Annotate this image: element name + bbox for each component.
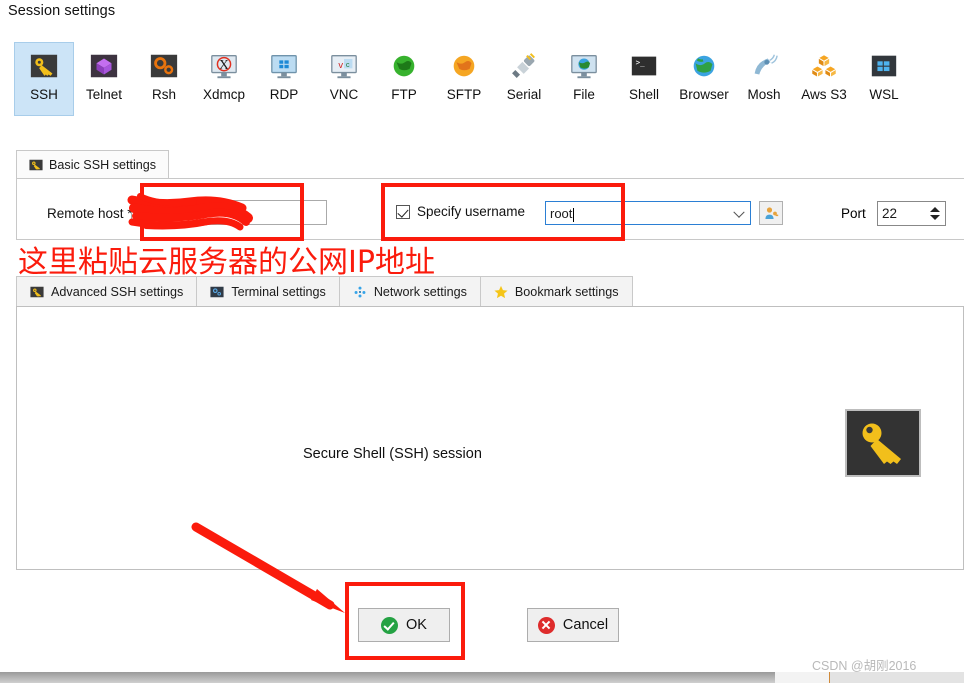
star-icon — [494, 285, 508, 298]
session-type-telnet[interactable]: Telnet — [74, 42, 134, 116]
key-glyph-icon — [862, 423, 901, 464]
user-picker-button[interactable] — [759, 201, 783, 225]
scrollbar-thumb[interactable] — [0, 672, 775, 683]
session-type-label: Browser — [679, 87, 729, 102]
session-type-label: FTP — [391, 87, 417, 102]
ssh-key-icon — [30, 54, 58, 78]
username-combobox[interactable]: root — [545, 201, 751, 225]
tab-label: Basic SSH settings — [49, 157, 157, 172]
tab-label: Advanced SSH settings — [51, 284, 184, 299]
panel-caption: Secure Shell (SSH) session — [303, 446, 482, 462]
session-type-label: Mosh — [747, 87, 781, 102]
port-label: Port — [841, 206, 866, 221]
ok-label: OK — [406, 617, 427, 633]
session-type-aws-s3[interactable]: Aws S3 — [794, 42, 854, 116]
tab-advanced-ssh-settings[interactable]: Advanced SSH settings — [16, 276, 198, 306]
red-x-icon — [537, 616, 555, 634]
ok-button[interactable]: OK — [358, 608, 450, 642]
ssh-key-large-icon — [845, 409, 921, 477]
session-type-vnc[interactable]: v c VNC — [314, 42, 374, 116]
session-type-label: Rsh — [151, 87, 176, 102]
xdmcp-monitor-icon: X — [211, 55, 237, 79]
user-key-icon — [765, 207, 779, 219]
session-type-label: Aws S3 — [801, 87, 847, 102]
text-caret — [573, 208, 575, 222]
ftp-green-globe-icon — [393, 55, 415, 77]
session-type-label: Xdmcp — [202, 87, 246, 102]
tab-label: Terminal settings — [231, 284, 326, 299]
sftp-orange-globe-icon — [453, 55, 475, 77]
session-preview-panel: Secure Shell (SSH) session — [16, 306, 964, 570]
annotation-note-chinese: 这里粘贴云服务器的公网IP地址 — [18, 245, 435, 280]
session-type-label: Serial — [506, 87, 542, 102]
advanced-tabstrip: Advanced SSH settings Terminal settings … — [16, 276, 633, 306]
session-type-browser[interactable]: Browser — [674, 42, 734, 116]
mosh-satellite-icon — [754, 54, 778, 75]
rdp-windows-monitor-icon — [271, 55, 297, 79]
session-type-mosh[interactable]: Mosh — [734, 42, 794, 116]
session-type-shell[interactable]: >_ Shell — [614, 42, 674, 116]
specify-username-label: Specify username — [417, 204, 526, 219]
session-type-serial[interactable]: Serial — [494, 42, 554, 116]
green-check-icon — [381, 616, 399, 634]
session-type-label: SSH — [30, 87, 58, 102]
tab-label: Bookmark settings — [514, 284, 619, 299]
wsl-windows-icon — [871, 55, 897, 77]
remote-host-input[interactable] — [131, 200, 327, 225]
cancel-label: Cancel — [562, 617, 609, 633]
session-type-label: Telnet — [85, 87, 123, 102]
session-type-label: VNC — [329, 87, 359, 102]
tab-label: Network settings — [373, 284, 467, 299]
session-type-rdp[interactable]: RDP — [254, 42, 314, 116]
username-value: root — [550, 205, 573, 221]
session-type-file[interactable]: File — [554, 42, 614, 116]
specify-username-checkbox[interactable]: Specify username — [396, 204, 525, 219]
svg-text:>_: >_ — [636, 58, 646, 67]
port-value: 22 — [882, 206, 898, 221]
file-monitor-globe-icon — [571, 55, 597, 79]
spinner-up-down-icon[interactable] — [930, 202, 940, 225]
session-type-label: Shell — [628, 87, 660, 102]
network-nodes-icon — [354, 286, 366, 297]
svg-text:c: c — [346, 60, 350, 69]
tab-network-settings[interactable]: Network settings — [339, 276, 481, 306]
spinner-down-icon[interactable] — [930, 215, 940, 220]
spinner-up-icon[interactable] — [930, 207, 940, 212]
session-type-toolbar: SSH Telnet Rsh X Xdmcp RDP v c VNC FTP S… — [14, 42, 954, 116]
serial-plug-icon — [512, 53, 535, 78]
session-type-ftp[interactable]: FTP — [374, 42, 434, 116]
session-type-wsl[interactable]: WSL — [854, 42, 914, 116]
tab-bookmark-settings[interactable]: Bookmark settings — [480, 276, 633, 306]
session-type-label: RDP — [269, 87, 299, 102]
checkbox-box — [396, 204, 410, 219]
session-type-label: SFTP — [446, 87, 482, 102]
ssh-key-icon — [30, 286, 44, 297]
terminal-blue-icon — [210, 286, 224, 297]
watermark: CSDN @胡刚2016 — [812, 659, 917, 673]
session-type-rsh[interactable]: Rsh — [134, 42, 194, 116]
session-type-sftp[interactable]: SFTP — [434, 42, 494, 116]
ssh-key-icon — [29, 159, 43, 170]
svg-text:v: v — [338, 60, 343, 70]
tab-basic-ssh-settings[interactable]: Basic SSH settings — [16, 150, 170, 178]
chevron-down-icon[interactable] — [733, 206, 745, 218]
basic-settings-tabstrip: Basic SSH settings — [16, 150, 170, 178]
cancel-button[interactable]: Cancel — [527, 608, 619, 642]
page-title: Session settings — [8, 3, 116, 19]
port-spinner[interactable]: 22 — [877, 201, 946, 226]
vnc-monitor-icon: v c — [331, 55, 357, 79]
session-type-label: File — [573, 87, 595, 102]
tab-terminal-settings[interactable]: Terminal settings — [197, 276, 340, 306]
rsh-gears-icon — [150, 54, 178, 78]
telnet-cube-icon — [90, 54, 118, 78]
aws-s3-cubes-icon — [810, 54, 838, 79]
session-type-ssh[interactable]: SSH — [14, 42, 74, 116]
shell-terminal-icon: >_ — [631, 56, 657, 76]
session-settings-dialog: Session settings SSH Telnet Rsh X Xdmcp … — [0, 0, 964, 683]
session-type-xdmcp[interactable]: X Xdmcp — [194, 42, 254, 116]
session-type-label: WSL — [869, 87, 899, 102]
browser-globe-icon — [693, 55, 715, 77]
remote-host-label: Remote host * — [47, 206, 133, 221]
